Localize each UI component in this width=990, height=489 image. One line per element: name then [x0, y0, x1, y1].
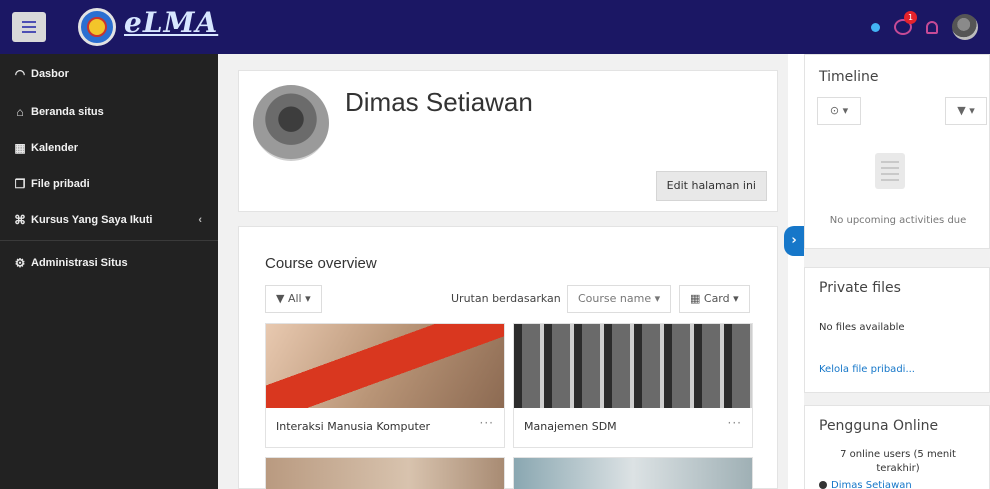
dashboard-icon: ◠: [14, 67, 26, 81]
graduation-cap-icon: ⌘: [14, 213, 26, 227]
sidebar-item-label: Administrasi Situs: [31, 257, 128, 269]
private-files-block: Private files No files available Kelola …: [804, 267, 990, 393]
private-files-empty: No files available: [819, 322, 905, 333]
course-image: [514, 458, 752, 489]
course-menu-icon[interactable]: ···: [728, 416, 742, 430]
course-image: [514, 324, 752, 408]
course-card[interactable]: Interaksi Manusia Komputer ···: [265, 323, 505, 448]
sidebar-item-administrasi[interactable]: ⚙ Administrasi Situs: [0, 245, 218, 281]
site-brand[interactable]: eLMA: [124, 6, 218, 39]
sidebar-item-file[interactable]: ❐ File pribadi: [0, 166, 218, 202]
online-user-name[interactable]: Dimas Setiawan: [831, 480, 912, 489]
sort-label: Urutan berdasarkan: [451, 292, 561, 305]
right-blocks: Timeline ⊙ ▾ ▼ ▾ No upcoming activities …: [804, 54, 990, 489]
course-overview-block: Course overview ▼ All ▾ Urutan berdasark…: [238, 226, 778, 489]
sidebar-item-kursus[interactable]: ⌘ Kursus Yang Saya Ikuti ‹: [0, 202, 218, 238]
course-menu-icon[interactable]: ···: [480, 416, 494, 430]
home-icon: ⌂: [16, 105, 24, 119]
timeline-block: Timeline ⊙ ▾ ▼ ▾ No upcoming activities …: [804, 54, 990, 249]
profile-name: Dimas Setiawan: [345, 87, 533, 117]
sidebar-item-dasbor[interactable]: ◠ Dasbor: [0, 54, 218, 94]
navbar-actions: 1: [871, 10, 978, 44]
calendar-icon: ▦: [14, 141, 26, 155]
view-dropdown[interactable]: ▦ Card ▾: [679, 285, 750, 313]
main-content: Dimas Setiawan Edit halaman ini Course o…: [218, 54, 788, 489]
sidebar-item-kalender[interactable]: ▦ Kalender: [0, 130, 218, 166]
sidebar-item-label: Kalender: [31, 142, 79, 154]
gear-icon: ⚙: [14, 256, 26, 270]
sidebar-item-label: Dasbor: [31, 68, 69, 80]
site-logo-icon[interactable]: [78, 8, 116, 46]
online-users-summary: 7 online users (5 menit terakhir): [840, 449, 956, 474]
course-overview-title: Course overview: [265, 255, 377, 272]
messages-icon[interactable]: 1: [894, 11, 917, 35]
online-user-item[interactable]: Dimas Setiawan: [819, 480, 912, 489]
manage-files-link[interactable]: Kelola file pribadi...: [819, 364, 915, 375]
chevron-left-icon: ‹: [198, 214, 202, 226]
sidebar-item-label: File pribadi: [31, 178, 90, 190]
user-avatar[interactable]: [952, 14, 978, 40]
collapse-drawer-button[interactable]: ›: [784, 226, 804, 256]
course-name[interactable]: Interaksi Manusia Komputer: [276, 420, 430, 433]
timeline-sort-dropdown[interactable]: ⊙ ▾: [817, 97, 861, 125]
course-image: [266, 458, 504, 489]
hamburger-menu-icon[interactable]: [12, 12, 46, 42]
top-navbar: eLMA 1: [0, 0, 990, 54]
sort-dropdown[interactable]: Course name ▾: [567, 285, 672, 313]
private-files-title: Private files: [819, 280, 901, 296]
list-icon: [875, 153, 905, 189]
globe-icon[interactable]: [871, 22, 880, 32]
user-avatar-icon: [819, 481, 827, 489]
course-card[interactable]: [513, 457, 753, 489]
notification-badge: 1: [904, 11, 917, 24]
sidebar: ◠ Dasbor ⌂ Beranda situs ▦ Kalender ❐ Fi…: [0, 54, 218, 489]
file-icon: ❐: [14, 177, 26, 191]
profile-header: Dimas Setiawan Edit halaman ini: [238, 70, 778, 212]
course-card[interactable]: [265, 457, 505, 489]
sidebar-item-beranda[interactable]: ⌂ Beranda situs: [0, 94, 218, 130]
course-image: [266, 324, 504, 408]
sidebar-divider: [0, 240, 218, 241]
timeline-empty-text: No upcoming activities due: [829, 215, 967, 226]
bell-icon[interactable]: [926, 20, 938, 34]
course-name[interactable]: Manajemen SDM: [524, 420, 617, 433]
sidebar-item-label: Beranda situs: [31, 106, 104, 118]
sidebar-item-label: Kursus Yang Saya Ikuti: [31, 214, 153, 226]
timeline-title: Timeline: [819, 69, 879, 85]
online-users-block: Pengguna Online 7 online users (5 menit …: [804, 405, 990, 489]
profile-avatar: [253, 85, 329, 161]
course-filter-dropdown[interactable]: ▼ All ▾: [265, 285, 322, 313]
edit-page-button[interactable]: Edit halaman ini: [655, 171, 767, 201]
online-users-title: Pengguna Online: [819, 418, 939, 434]
course-card[interactable]: Manajemen SDM ···: [513, 323, 753, 448]
timeline-filter-dropdown[interactable]: ▼ ▾: [945, 97, 987, 125]
